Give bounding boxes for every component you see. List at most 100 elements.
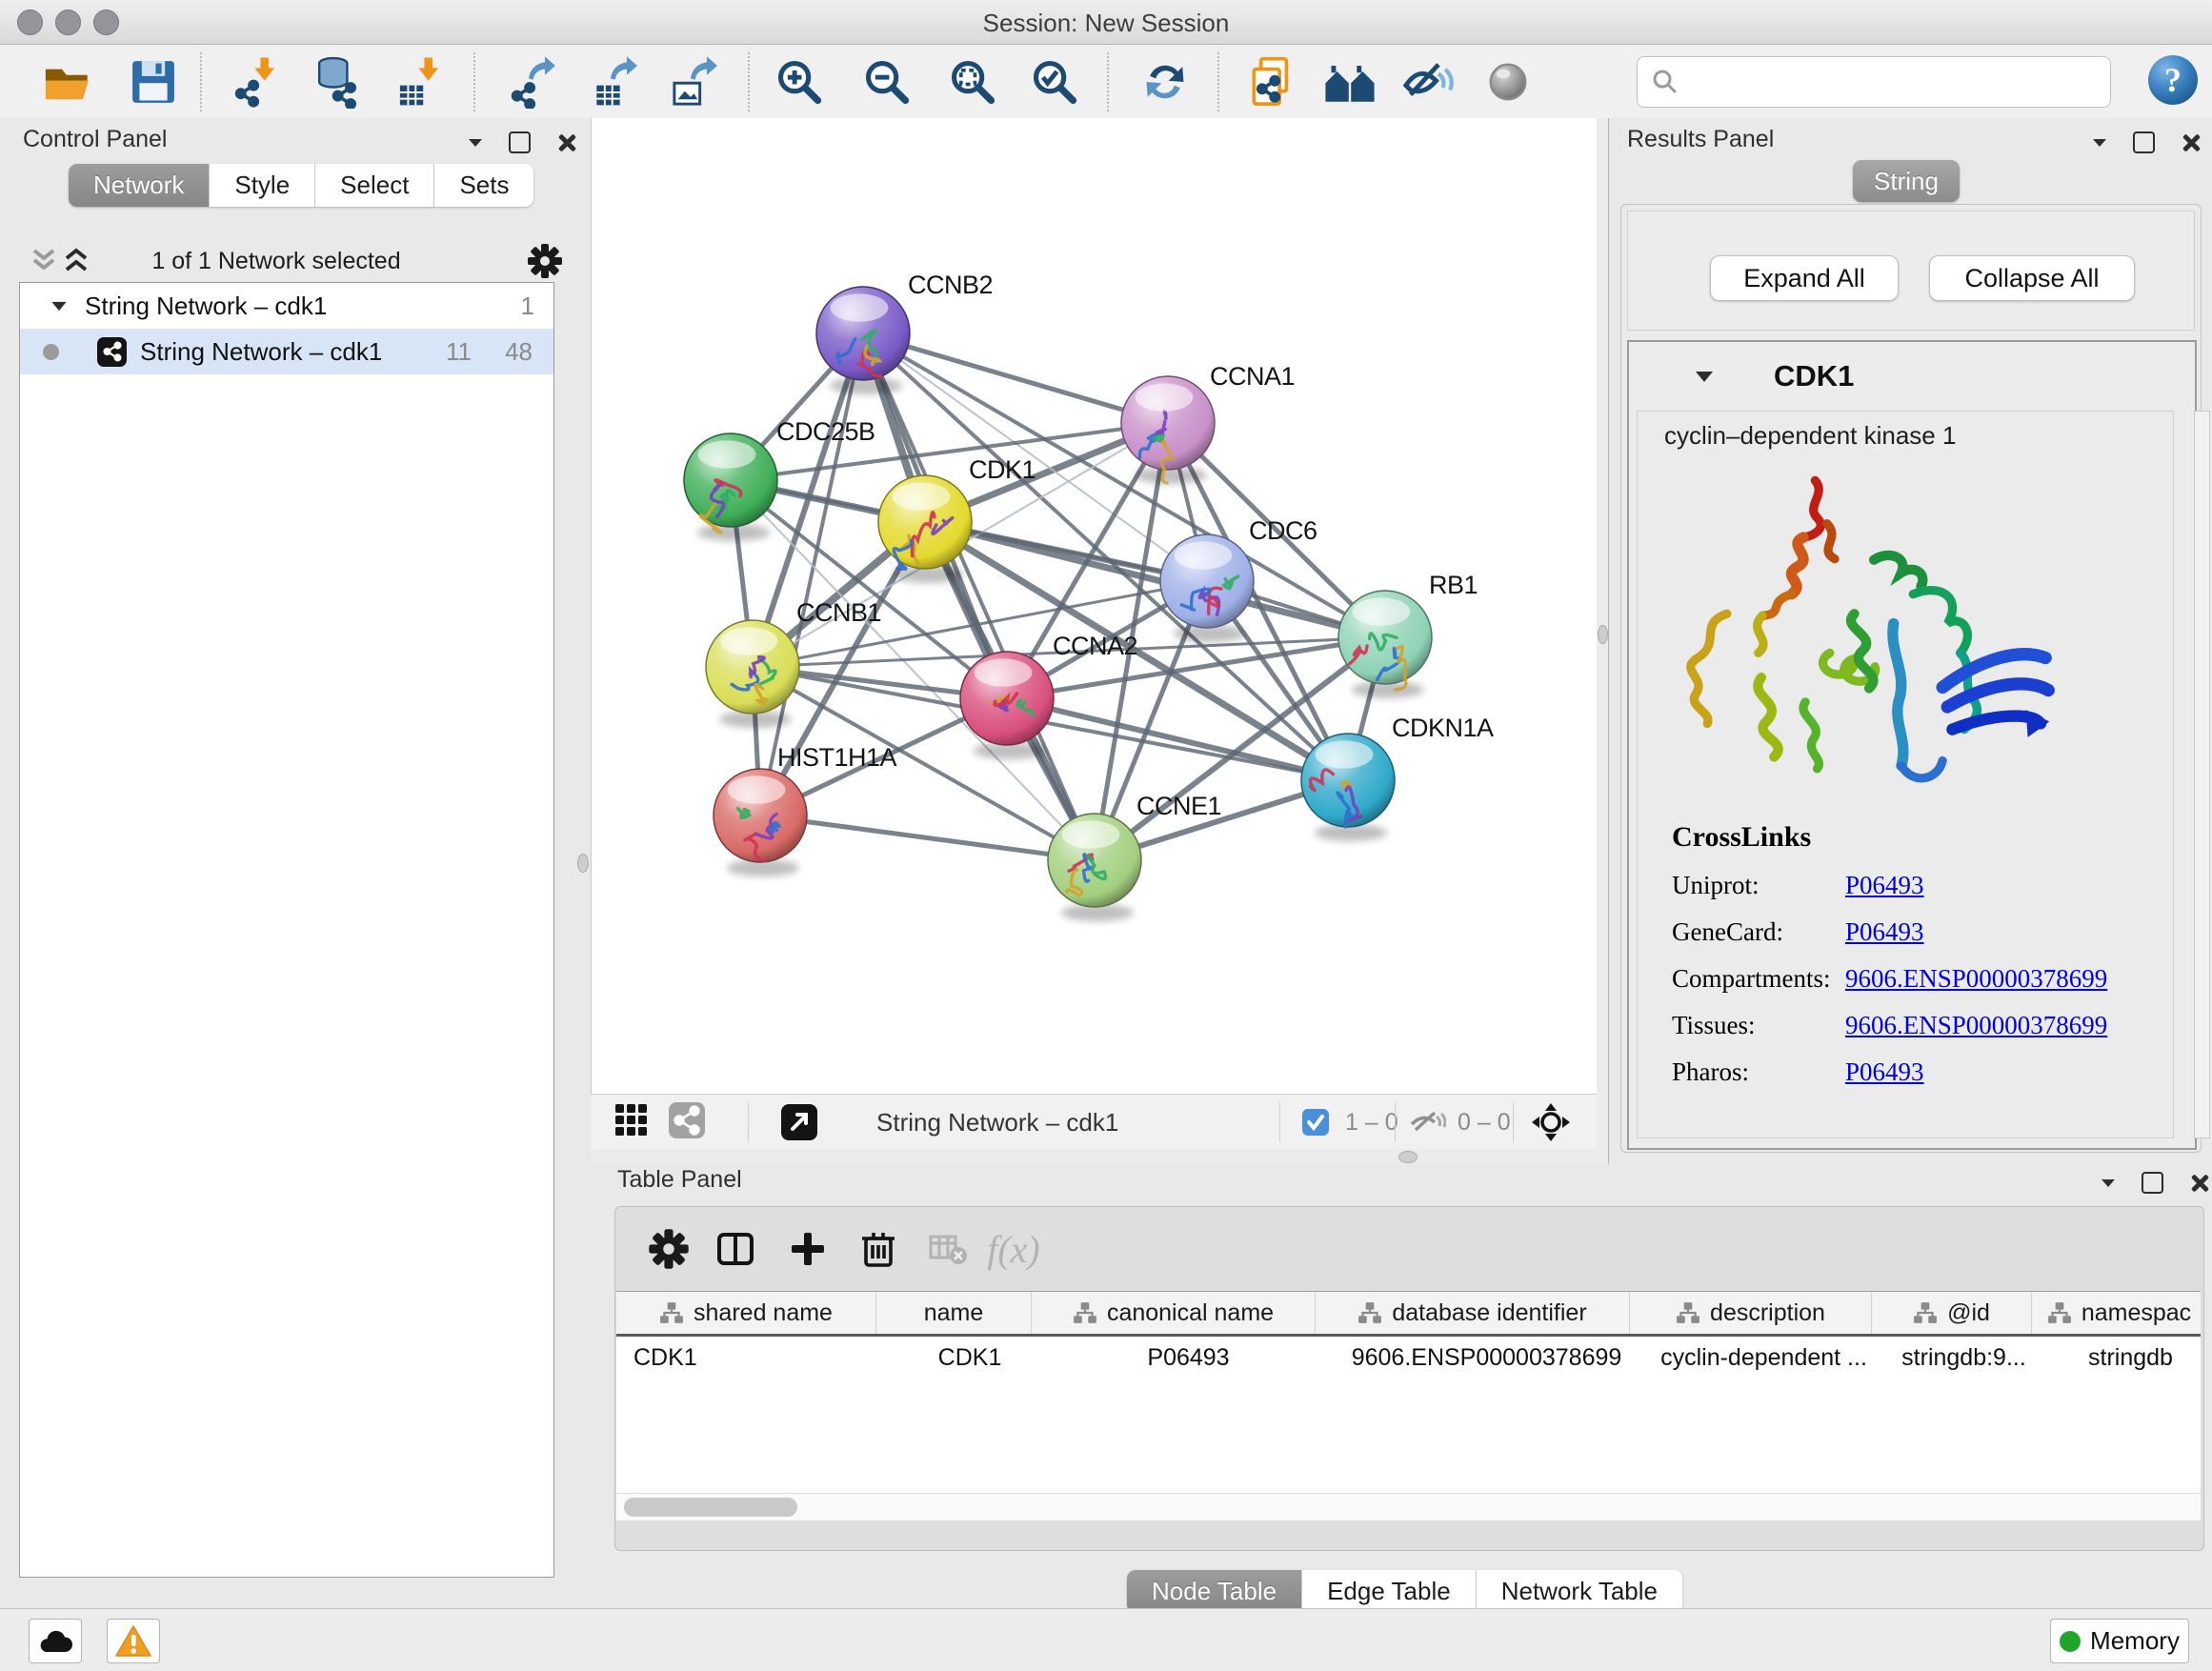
- network-options-gear-icon[interactable]: [526, 242, 564, 280]
- crosslink-label: GeneCard:: [1672, 917, 1845, 947]
- expand-all-button[interactable]: Expand All: [1710, 255, 1899, 301]
- tab-sets[interactable]: Sets: [434, 164, 533, 207]
- network-node-CDKN1A[interactable]: CDKN1A: [1301, 714, 1494, 841]
- memory-button[interactable]: Memory: [2050, 1619, 2189, 1663]
- hide-panel-icon[interactable]: [1400, 54, 1456, 110]
- import-table-icon[interactable]: [394, 54, 450, 110]
- crosslink-link[interactable]: 9606.ENSP00000378699: [1845, 1011, 2107, 1040]
- network-node-CDK1[interactable]: CDK1: [878, 455, 1036, 583]
- table-cell[interactable]: stringdb:9...: [1884, 1337, 2043, 1379]
- table-row[interactable]: CDK1CDK1P064939606.ENSP00000378699cyclin…: [616, 1337, 2201, 1379]
- table-cell[interactable]: P06493: [1047, 1337, 1330, 1379]
- delete-table-button[interactable]: [922, 1222, 975, 1276]
- panel-menu-icon[interactable]: [2101, 1179, 2115, 1187]
- tab-select[interactable]: Select: [315, 164, 434, 207]
- open-external-button[interactable]: [779, 1102, 819, 1142]
- close-panel-icon[interactable]: [2182, 133, 2201, 152]
- node-count: 11: [446, 337, 472, 367]
- column-header--id[interactable]: @id: [1872, 1292, 2032, 1334]
- table-cell[interactable]: CDK1: [616, 1337, 893, 1379]
- add-column-button[interactable]: [781, 1222, 835, 1276]
- scrollbar-thumb[interactable]: [624, 1498, 797, 1517]
- eye-icon[interactable]: [1480, 54, 1536, 110]
- network-canvas[interactable]: CCNB2CCNA1CDC25BCDK1CDC6RB1CCNB1CCNA2CDK…: [591, 118, 1598, 1094]
- protein-section-header[interactable]: CDK1: [1629, 342, 2195, 411]
- export-network-icon[interactable]: [507, 54, 562, 110]
- home-icon[interactable]: [1322, 54, 1377, 110]
- zoom-in-icon[interactable]: [772, 54, 827, 110]
- delete-column-button[interactable]: [852, 1222, 905, 1276]
- tab-network-table[interactable]: Network Table: [1477, 1570, 1682, 1613]
- panel-menu-icon[interactable]: [2093, 139, 2106, 147]
- open-file-icon[interactable]: [40, 54, 95, 110]
- help-button[interactable]: ?: [2145, 52, 2201, 108]
- import-network-icon[interactable]: [231, 54, 286, 110]
- cloud-status-button[interactable]: [29, 1619, 82, 1663]
- tab-style[interactable]: Style: [210, 164, 315, 207]
- network-node-CDC25B[interactable]: CDC25B: [684, 417, 875, 541]
- table-cell[interactable]: 9606.ENSP00000378699: [1330, 1337, 1643, 1379]
- crosslink-link[interactable]: P06493: [1845, 1057, 1924, 1087]
- float-panel-icon[interactable]: [2133, 131, 2155, 153]
- network-row[interactable]: String Network – cdk1 11 48: [20, 329, 553, 374]
- search-box[interactable]: [1637, 56, 2111, 108]
- share-view-icon[interactable]: [667, 1100, 707, 1145]
- collapse-all-button[interactable]: Collapse All: [1929, 255, 2135, 301]
- crosslinks-section: CrossLinks Uniprot:P06493GeneCard:P06493…: [1672, 821, 2107, 1087]
- float-panel-icon[interactable]: [2142, 1172, 2163, 1194]
- network-node-RB1[interactable]: RB1: [1338, 571, 1478, 698]
- table-cell[interactable]: cyclin-dependent ...: [1643, 1337, 1884, 1379]
- function-builder-button[interactable]: f(x): [987, 1222, 1040, 1276]
- import-database-icon[interactable]: [307, 54, 362, 110]
- float-panel-icon[interactable]: [509, 131, 531, 153]
- horizontal-splitter[interactable]: [591, 1149, 1608, 1164]
- crosslink-link[interactable]: P06493: [1845, 871, 1924, 900]
- zoom-fit-icon[interactable]: [945, 54, 1000, 110]
- settings-gear-button[interactable]: [642, 1222, 695, 1276]
- crosslink-link[interactable]: 9606.ENSP00000378699: [1845, 964, 2107, 994]
- splitter-grip[interactable]: [1398, 1151, 1418, 1163]
- column-header-database-identifier[interactable]: database identifier: [1316, 1292, 1630, 1334]
- save-session-icon[interactable]: [126, 54, 181, 110]
- column-header-shared-name[interactable]: shared name: [616, 1292, 876, 1334]
- network-node-HIST1H1A[interactable]: HIST1H1A: [714, 743, 897, 876]
- collapse-section-icon[interactable]: [1696, 372, 1713, 382]
- column-header-namespac[interactable]: namespac: [2032, 1292, 2204, 1334]
- close-panel-icon[interactable]: [2190, 1174, 2209, 1193]
- tab-network[interactable]: Network: [69, 164, 210, 207]
- tab-node-table[interactable]: Node Table: [1127, 1570, 1302, 1613]
- selected-checkbox-icon[interactable]: [1301, 1102, 1330, 1142]
- warning-status-button[interactable]: [107, 1619, 160, 1663]
- search-input[interactable]: [1681, 69, 2110, 95]
- refresh-icon[interactable]: [1137, 54, 1193, 110]
- zoom-selected-icon[interactable]: [1027, 54, 1082, 110]
- network-collection-row[interactable]: String Network – cdk1 1: [20, 283, 553, 329]
- crosslink-link[interactable]: P06493: [1845, 917, 1924, 947]
- clone-network-icon[interactable]: [1246, 54, 1301, 110]
- column-header-name[interactable]: name: [876, 1292, 1032, 1334]
- panel-splitter-grip[interactable]: [577, 854, 589, 873]
- network-node-CCNB2[interactable]: CCNB2: [816, 271, 993, 394]
- tab-edge-table[interactable]: Edge Table: [1302, 1570, 1477, 1613]
- column-header-description[interactable]: description: [1630, 1292, 1872, 1334]
- collapse-collection-icon[interactable]: [51, 301, 66, 310]
- birdseye-view-icon[interactable]: [1530, 1102, 1572, 1142]
- results-scrollbar[interactable]: [2194, 411, 2210, 1138]
- table-cell[interactable]: stringdb: [2043, 1337, 2204, 1379]
- table-horizontal-scrollbar[interactable]: [616, 1493, 2201, 1520]
- columns-button[interactable]: [709, 1222, 762, 1276]
- results-panel-title: Results Panel: [1627, 126, 1774, 153]
- panel-menu-icon[interactable]: [469, 139, 482, 147]
- vertical-splitter[interactable]: [1597, 118, 1608, 1149]
- splitter-grip[interactable]: [1598, 625, 1608, 644]
- tab-string[interactable]: String: [1853, 160, 1960, 202]
- export-image-icon[interactable]: [669, 54, 724, 110]
- column-header-canonical-name[interactable]: canonical name: [1032, 1292, 1316, 1334]
- crosslink-label: Tissues:: [1672, 1011, 1845, 1040]
- table-cell[interactable]: CDK1: [893, 1337, 1047, 1379]
- search-icon: [1649, 66, 1681, 98]
- grid-view-icon[interactable]: [612, 1100, 652, 1145]
- close-panel-icon[interactable]: [557, 133, 576, 152]
- export-table-icon[interactable]: [589, 54, 644, 110]
- zoom-out-icon[interactable]: [859, 54, 915, 110]
